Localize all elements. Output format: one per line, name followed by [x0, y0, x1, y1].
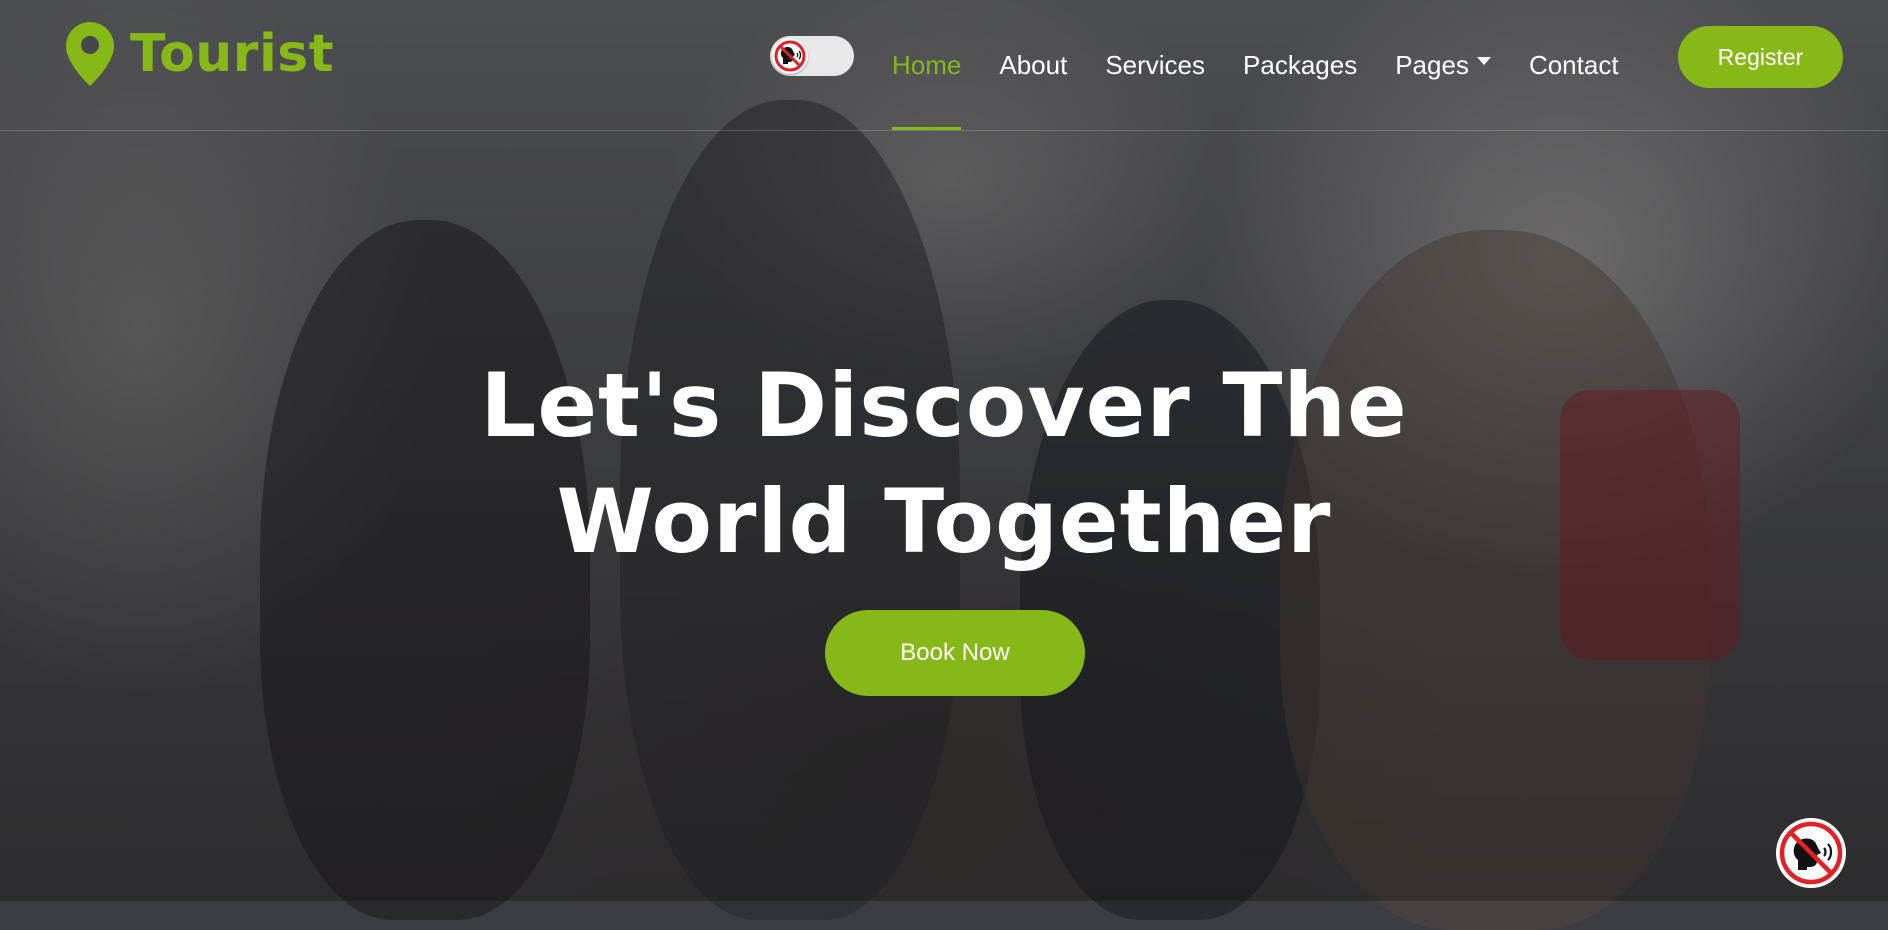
- brand-name: Tourist: [130, 24, 335, 84]
- nav-item-pages-label: Pages: [1395, 49, 1469, 80]
- caret-down-icon: [1476, 57, 1491, 65]
- no-speak-icon: [1779, 821, 1843, 885]
- nav-item-services[interactable]: Services: [1105, 0, 1205, 130]
- theme-toggle[interactable]: [770, 36, 854, 76]
- voice-assistant-button[interactable]: [1776, 818, 1846, 888]
- nav-item-packages[interactable]: Packages: [1243, 0, 1357, 130]
- nav-item-about[interactable]: About: [999, 0, 1067, 130]
- navbar: Tourist Home About Services Packages Pag…: [0, 0, 1888, 131]
- book-now-button[interactable]: Book Now: [825, 610, 1085, 696]
- nav-links: Home About Services Packages Pages Conta…: [892, 0, 1657, 130]
- no-speak-icon: [774, 40, 806, 72]
- brand-logo[interactable]: Tourist: [66, 22, 334, 86]
- nav-item-contact[interactable]: Contact: [1529, 0, 1619, 130]
- hero-title: Let's Discover The World Together: [480, 354, 1408, 573]
- map-pin-icon: [66, 22, 114, 86]
- nav-item-home[interactable]: Home: [892, 0, 962, 130]
- toggle-knob: [772, 38, 808, 74]
- nav-item-pages[interactable]: Pages: [1395, 0, 1491, 130]
- register-button[interactable]: Register: [1678, 26, 1843, 88]
